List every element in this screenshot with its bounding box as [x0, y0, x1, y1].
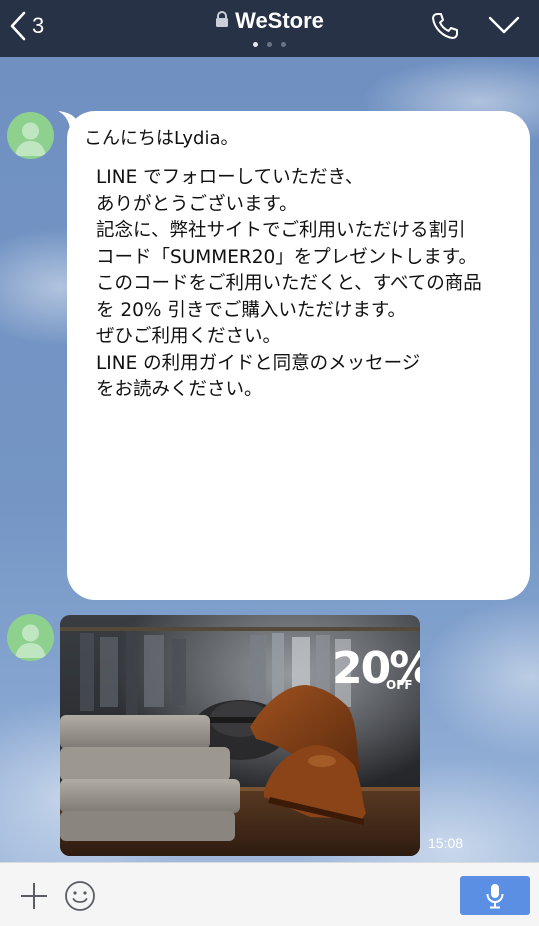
message-line: コード「SUMMER20」をプレゼントします。: [96, 246, 477, 268]
microphone-icon: [486, 883, 504, 908]
message-greeting: こんにちはLydia。: [84, 128, 239, 149]
message-line: を 20% 引きでご購入いただけます。: [96, 299, 407, 321]
message-line: このコードをご利用いただくと、すべての商品: [96, 273, 482, 294]
emoji-button[interactable]: [64, 880, 96, 916]
message-line: LINE でフォローしていただき、: [96, 167, 364, 188]
message-line: 記念に、弊社サイトでご利用いただける割引: [96, 220, 466, 241]
message-input[interactable]: [108, 877, 448, 913]
voice-message-button[interactable]: [460, 876, 530, 915]
message-bubble[interactable]: こんにちはLydia。 LINE でフォローしていただき、 ありがとうございます…: [67, 111, 530, 600]
promo-off: OFF: [386, 678, 413, 692]
sender-avatar[interactable]: [7, 112, 54, 159]
add-attachment-button[interactable]: [19, 881, 49, 915]
message-line: ぜひご利用ください。: [96, 326, 282, 347]
page-dot: [267, 42, 272, 47]
promo-image[interactable]: 20% OFF: [60, 615, 420, 856]
menu-toggle-button[interactable]: [488, 15, 520, 39]
chevron-down-icon: [488, 16, 520, 34]
chat-header: 3 WeStore: [0, 0, 539, 57]
chat-title: WeStore: [235, 8, 324, 33]
sender-avatar[interactable]: [7, 614, 54, 661]
person-icon: [15, 624, 46, 658]
chat-area[interactable]: こんにちはLydia。 LINE でフォローしていただき、 ありがとうございます…: [0, 57, 539, 862]
smiley-icon: [65, 881, 95, 911]
lock-icon: [215, 10, 229, 32]
message-line: LINE の利用ガイドと同意のメッセージ: [96, 352, 421, 374]
page-dot: [281, 42, 286, 47]
page-dot: [253, 42, 258, 47]
message-line: ありがとうございます。: [96, 193, 298, 215]
plus-icon: [21, 883, 47, 909]
background-cloud: [420, 597, 539, 757]
phone-icon: [432, 13, 458, 39]
call-button[interactable]: [430, 11, 460, 45]
message-timestamp: 15:08: [428, 835, 464, 851]
person-icon: [15, 122, 46, 156]
message-input-bar: [0, 862, 539, 926]
message-line: をお読みください。: [96, 379, 263, 400]
